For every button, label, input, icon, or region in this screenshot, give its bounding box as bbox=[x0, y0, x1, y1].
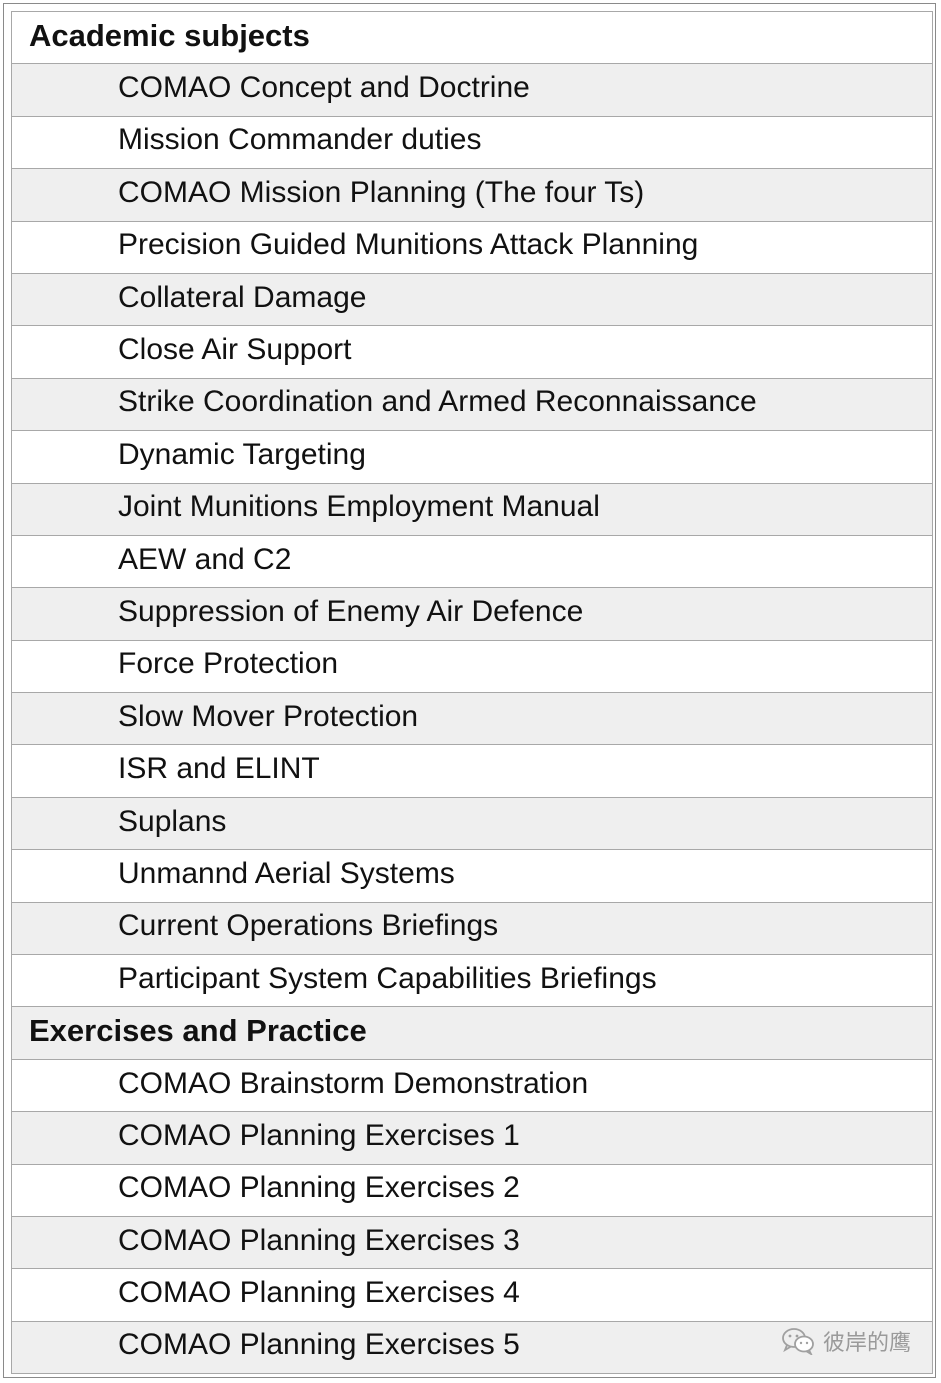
table-row: Close Air Support bbox=[12, 326, 932, 379]
table-row: Force Protection bbox=[12, 640, 932, 694]
table-row: Slow Mover Protection bbox=[12, 693, 932, 746]
subjects-table: Academic subjects COMAO Concept and Doct… bbox=[11, 11, 933, 1375]
wechat-icon bbox=[781, 1327, 815, 1355]
table-row: ISR and ELINT bbox=[12, 745, 932, 798]
table-row: COMAO Planning Exercises 4 bbox=[12, 1269, 932, 1322]
table-row: COMAO Mission Planning (The four Ts) bbox=[12, 169, 932, 222]
table-row: Mission Commander duties bbox=[12, 116, 932, 170]
table-row: COMAO Planning Exercises 3 bbox=[12, 1216, 932, 1270]
watermark-text: 彼岸的鹰 bbox=[822, 1331, 911, 1356]
table-row: COMAO Brainstorm Demonstration bbox=[12, 1059, 932, 1113]
table-row: Collateral Damage bbox=[12, 273, 932, 327]
table-row: Current Operations Briefings bbox=[12, 902, 932, 956]
table-row: Precision Guided Munitions Attack Planni… bbox=[12, 221, 932, 274]
table-row: AEW and C2 bbox=[12, 535, 932, 589]
table-row: Unmannd Aerial Systems bbox=[12, 850, 932, 903]
table-row: COMAO Planning Exercises 1 bbox=[12, 1112, 932, 1165]
table-row: Suppression of Enemy Air Defence bbox=[12, 588, 932, 641]
table-row: COMAO Planning Exercises 2 bbox=[12, 1164, 932, 1217]
section-header-exercises: Exercises and Practice bbox=[12, 1007, 932, 1060]
section-header-academic: Academic subjects bbox=[12, 12, 932, 65]
table-row: COMAO Concept and Doctrine bbox=[12, 64, 932, 117]
table-row: Participant System Capabilities Briefing… bbox=[12, 955, 932, 1008]
table-row: Strike Coordination and Armed Reconnaiss… bbox=[12, 378, 932, 432]
table-row: Suplans bbox=[12, 797, 932, 851]
table-row: Joint Munitions Employment Manual bbox=[12, 483, 932, 536]
watermark: 彼岸的鹰 bbox=[781, 1325, 911, 1357]
table-row: Dynamic Targeting bbox=[12, 431, 932, 484]
